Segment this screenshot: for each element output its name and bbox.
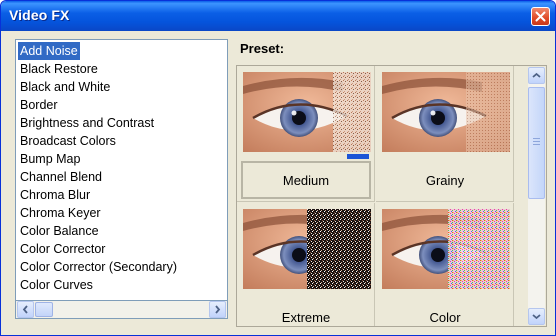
preset-label: Preset: (240, 41, 285, 56)
close-icon (535, 11, 546, 22)
video-fx-window: Video FX Add Noise Black Restore Black a… (0, 0, 556, 336)
arrow-down-icon (532, 314, 541, 320)
list-item[interactable]: Chroma Blur (18, 186, 227, 204)
horizontal-scrollbar[interactable] (15, 301, 228, 319)
list-item[interactable]: Add Noise (18, 42, 227, 60)
list-item[interactable]: Brightness and Contrast (18, 114, 227, 132)
preset-tile-color[interactable]: Color (376, 203, 514, 326)
preset-thumbnail (243, 72, 371, 152)
scroll-right-button[interactable] (209, 301, 226, 318)
window-title: Video FX (9, 7, 70, 23)
list-item[interactable]: Black and White (18, 78, 227, 96)
arrow-right-icon (215, 305, 221, 314)
title-bar[interactable]: Video FX (1, 1, 555, 31)
scroll-up-button[interactable] (528, 67, 545, 84)
preset-thumbnail (382, 72, 510, 152)
list-item[interactable]: Color Corrector (Secondary) (18, 258, 227, 276)
preset-caption: Color (429, 309, 461, 325)
list-item[interactable]: Bump Map (18, 150, 227, 168)
preset-gallery[interactable]: Medium Grainy Extreme Color (236, 65, 547, 327)
preset-caption: Medium (241, 161, 371, 199)
preset-tile-medium[interactable]: Medium (237, 66, 375, 202)
preset-thumbnail (382, 209, 510, 289)
effects-list[interactable]: Add Noise Black Restore Black and White … (15, 39, 228, 301)
list-item[interactable]: Border (18, 96, 227, 114)
list-item-label: Add Noise (18, 42, 80, 60)
preset-selection-marker (347, 154, 369, 159)
preset-tile-extreme[interactable]: Extreme (237, 203, 375, 326)
list-item[interactable]: Channel Blend (18, 168, 227, 186)
list-item[interactable]: Color Balance (18, 222, 227, 240)
preset-caption: Extreme (281, 309, 331, 325)
vertical-scrollbar[interactable] (528, 67, 545, 325)
list-item[interactable]: Chroma Keyer (18, 204, 227, 222)
list-item[interactable]: Color Curves (18, 276, 227, 294)
preset-tile-grainy[interactable]: Grainy (376, 66, 514, 202)
scroll-down-button[interactable] (528, 308, 545, 325)
arrow-up-icon (532, 72, 541, 78)
preset-thumbnail (243, 209, 371, 289)
preset-caption: Grainy (425, 172, 465, 188)
list-item[interactable]: Broadcast Colors (18, 132, 227, 150)
list-item[interactable]: Black Restore (18, 60, 227, 78)
list-item[interactable]: Color Corrector (18, 240, 227, 258)
horizontal-scroll-thumb[interactable] (35, 302, 53, 317)
close-button[interactable] (531, 7, 550, 26)
scroll-left-button[interactable] (17, 301, 34, 318)
arrow-left-icon (22, 305, 28, 314)
vertical-scroll-thumb[interactable] (528, 87, 545, 199)
